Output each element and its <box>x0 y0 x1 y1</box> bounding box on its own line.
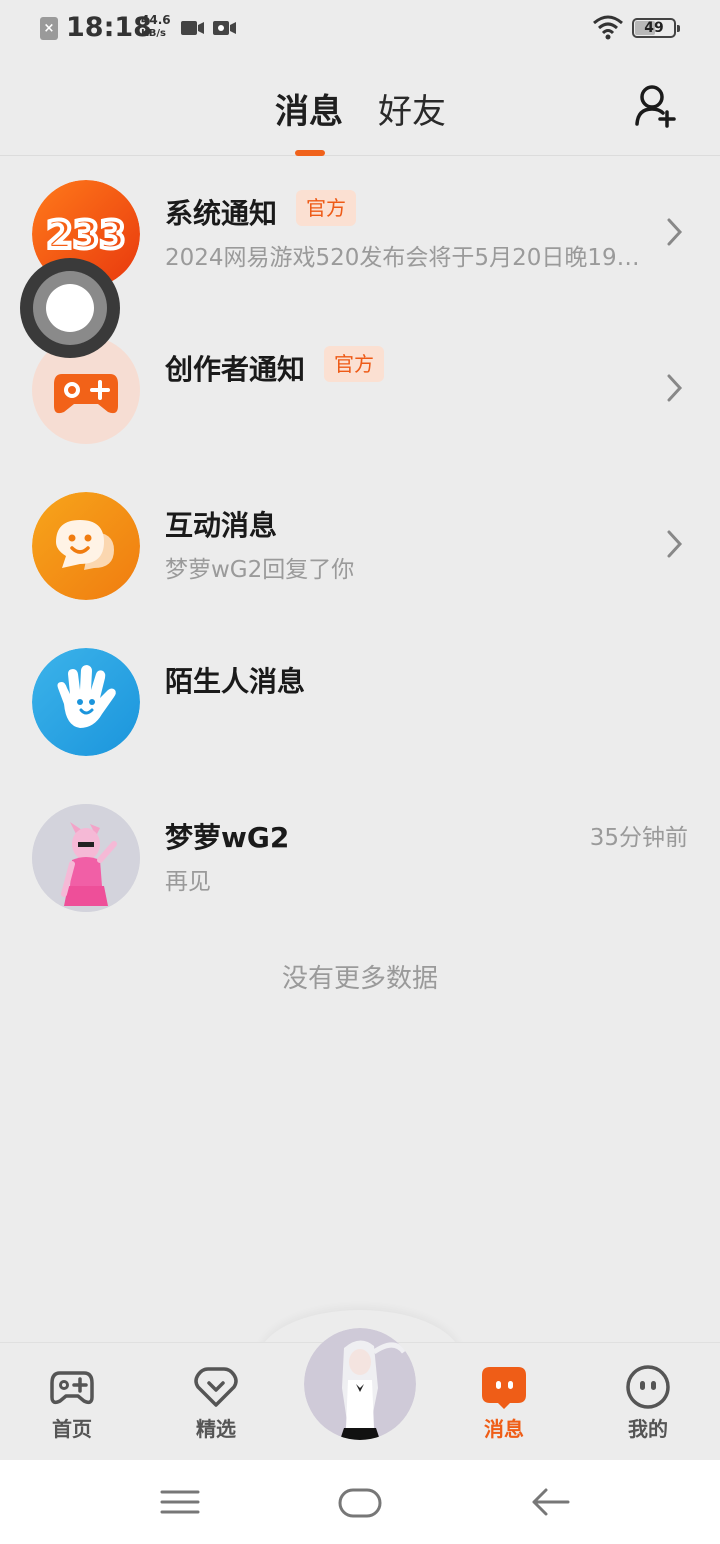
chat-bubble-icon <box>32 492 140 600</box>
wifi-icon <box>593 15 623 40</box>
tab-friends[interactable]: 好友 <box>378 84 446 133</box>
chevron-right-icon <box>667 218 683 246</box>
nav-label: 我的 <box>628 1417 668 1441</box>
nav-label: 消息 <box>484 1417 524 1441</box>
no-sim-icon: × <box>40 17 58 40</box>
nav-label: 首页 <box>52 1417 92 1441</box>
avatar <box>32 804 140 912</box>
header: 消息 好友 <box>0 58 720 156</box>
nav-featured[interactable]: 精选 <box>166 1343 266 1461</box>
row-title: 陌生人消息 <box>165 665 306 698</box>
back-arrow-icon[interactable] <box>530 1486 570 1518</box>
list-item-strangers[interactable]: 陌生人消息 <box>0 624 720 780</box>
status-bar: × 18:18 44.6 KB/s 49 <box>0 0 720 58</box>
character-avatar-image <box>304 1328 416 1440</box>
official-badge: 官方 <box>324 346 384 382</box>
row-subtitle: 再见 <box>165 869 211 895</box>
menu-icon[interactable] <box>160 1488 200 1516</box>
battery-icon: 49 <box>632 18 680 38</box>
nav-messages[interactable]: 消息 <box>454 1343 554 1461</box>
nav-home[interactable]: 首页 <box>22 1343 122 1461</box>
list-item-user-chat[interactable]: 梦萝wG2 再见 35分钟前 <box>0 780 720 936</box>
network-speed-unit: KB/s <box>141 28 166 39</box>
list-item-interactions[interactable]: 互动消息 梦萝wG2回复了你 <box>0 468 720 624</box>
chevron-right-icon <box>667 374 683 402</box>
nav-label: 精选 <box>196 1417 236 1441</box>
row-subtitle: 2024网易游戏520发布会将于5月20日晚19:3... <box>165 245 645 271</box>
video-camera-icon <box>181 21 204 35</box>
home-icon[interactable] <box>338 1488 382 1518</box>
message-icon <box>482 1367 526 1409</box>
no-more-data-text: 没有更多数据 <box>281 964 438 994</box>
battery-level: 49 <box>644 20 664 36</box>
row-title: 系统通知 <box>165 197 278 230</box>
network-speed: 44.6 KB/s <box>141 14 171 40</box>
network-speed-value: 44.6 <box>141 13 171 27</box>
row-subtitle: 梦萝wG2回复了你 <box>165 557 355 583</box>
wave-hand-icon <box>32 648 140 756</box>
face-icon <box>626 1365 670 1409</box>
official-badge: 官方 <box>296 190 356 226</box>
svg-text:233: 233 <box>46 213 125 257</box>
system-nav-bar <box>0 1460 720 1544</box>
avatar-chat <box>32 492 140 600</box>
tab-messages[interactable]: 消息 <box>275 84 343 133</box>
add-user-icon[interactable] <box>632 82 680 130</box>
message-time: 35分钟前 <box>589 825 688 851</box>
heart-icon <box>194 1367 238 1407</box>
gamepad-icon <box>50 1371 94 1405</box>
assist-core <box>46 284 94 332</box>
user-avatar-image <box>32 804 140 912</box>
row-title: 创作者通知 <box>165 353 306 386</box>
row-title: 梦萝wG2 <box>165 821 290 854</box>
chevron-right-icon <box>667 530 683 558</box>
nav-profile[interactable]: 我的 <box>598 1343 698 1461</box>
floating-assist-button[interactable] <box>20 258 120 358</box>
avatar-wave <box>32 648 140 756</box>
row-title: 互动消息 <box>165 509 278 542</box>
status-time: 18:18 <box>66 12 152 43</box>
screen-record-icon <box>213 21 236 35</box>
center-avatar-button[interactable] <box>304 1328 416 1440</box>
